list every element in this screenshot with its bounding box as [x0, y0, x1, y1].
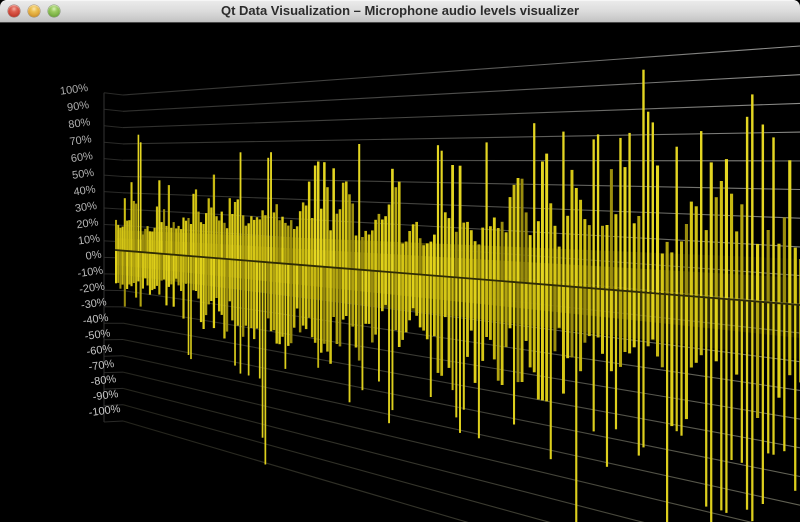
svg-text:20%: 20%	[76, 216, 100, 231]
svg-text:-100%: -100%	[88, 403, 121, 419]
svg-text:40%: 40%	[73, 183, 97, 198]
svg-text:-80%: -80%	[90, 373, 117, 388]
svg-text:-90%: -90%	[92, 388, 119, 403]
svg-text:-70%: -70%	[88, 358, 115, 373]
svg-text:50%: 50%	[71, 167, 95, 182]
svg-text:-20%: -20%	[79, 281, 106, 296]
svg-text:70%: 70%	[69, 133, 93, 148]
svg-text:-40%: -40%	[82, 312, 109, 327]
svg-text:0%: 0%	[85, 249, 103, 263]
svg-text:90%: 90%	[66, 99, 90, 114]
svg-text:60%: 60%	[70, 150, 94, 165]
svg-text:80%: 80%	[68, 116, 92, 131]
svg-text:-10%: -10%	[77, 265, 104, 280]
svg-text:30%: 30%	[74, 200, 98, 215]
svg-text:-50%: -50%	[84, 327, 111, 342]
svg-text:10%: 10%	[77, 233, 101, 248]
svg-text:100%: 100%	[59, 82, 89, 98]
